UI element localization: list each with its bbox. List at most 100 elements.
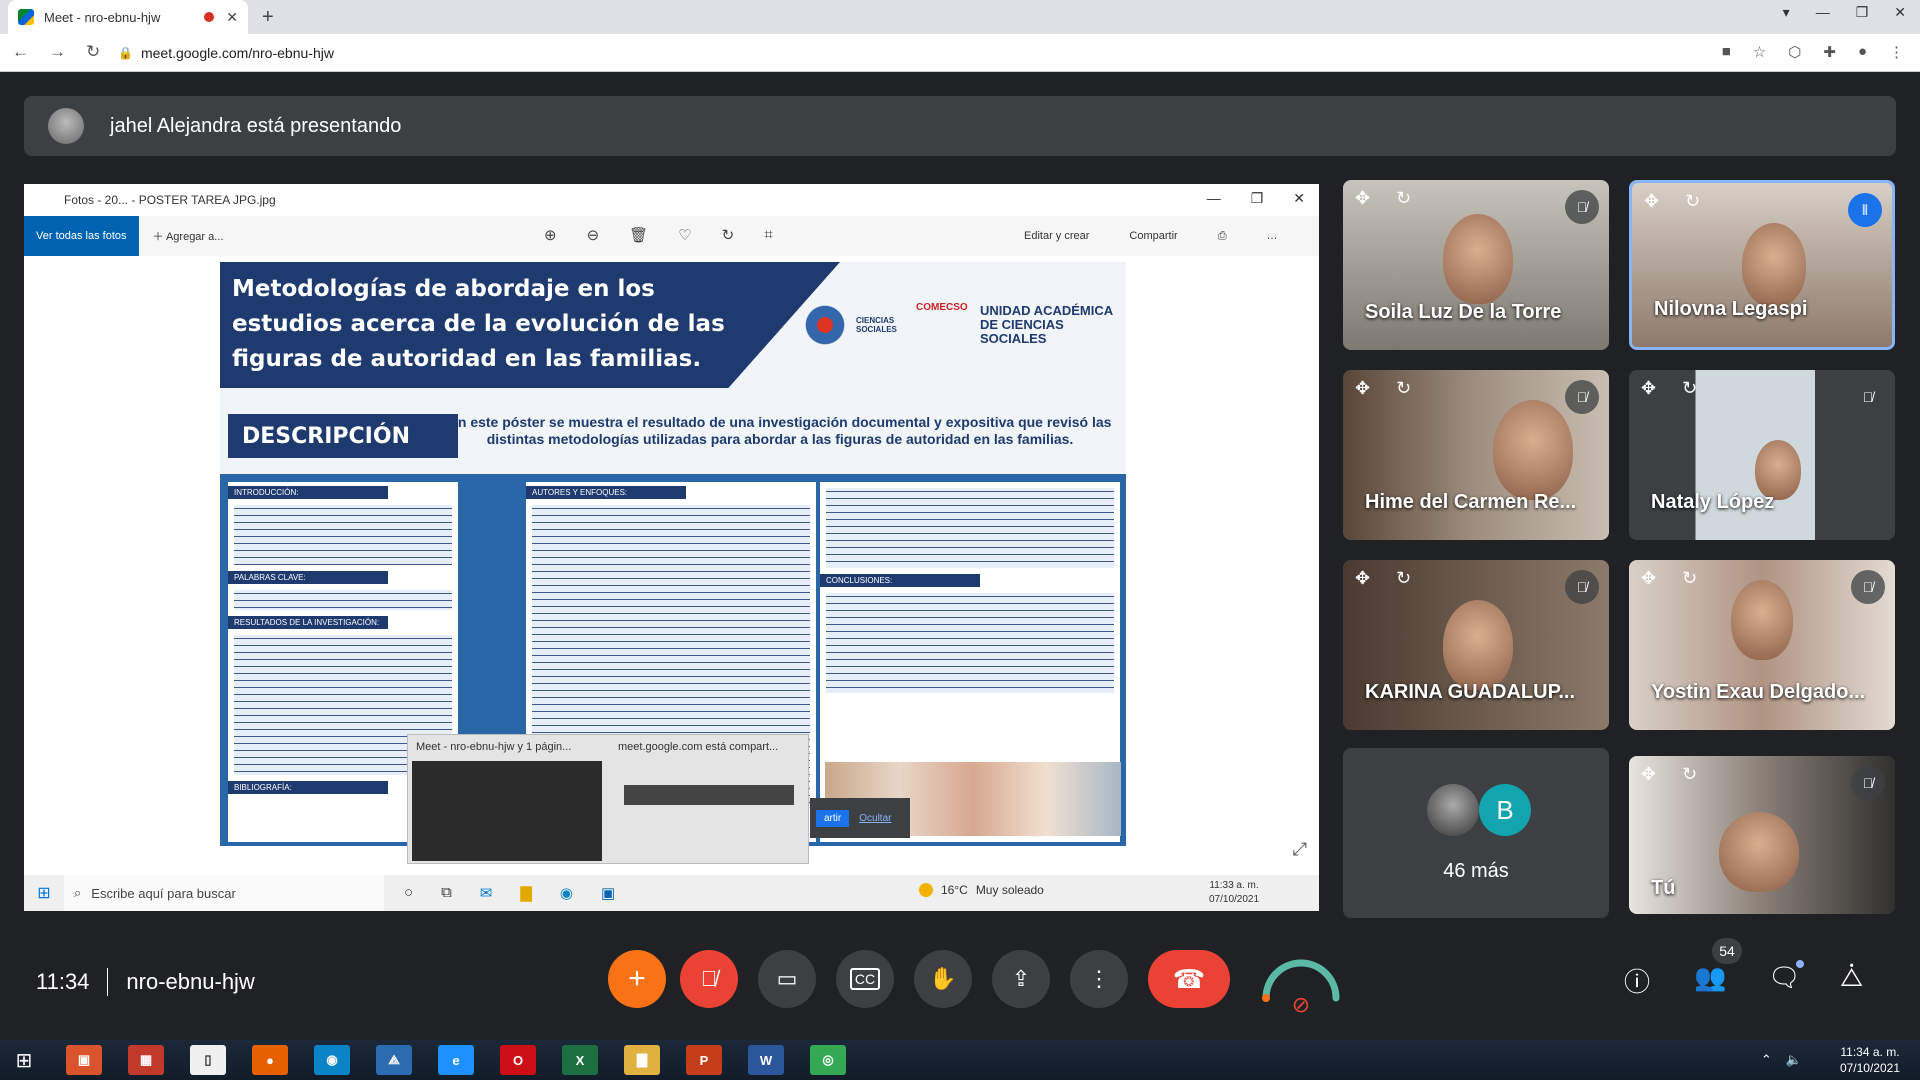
windows-search-box[interactable]: ⌕ Escribe aquí para buscar: [64, 875, 384, 911]
profile-avatar-icon[interactable]: ●: [1858, 43, 1867, 61]
windows-start-icon[interactable]: ⊞: [24, 883, 64, 903]
restore-icon[interactable]: ❐: [1856, 4, 1869, 21]
add-to-button[interactable]: ＋ Agregar a...: [153, 228, 224, 244]
pin-icon[interactable]: ✥: [1641, 764, 1656, 785]
maximize-icon[interactable]: ❐: [1251, 190, 1264, 207]
edge-icon[interactable]: ◉: [314, 1045, 350, 1075]
connection-gauge-icon[interactable]: ⊘: [1258, 946, 1344, 1016]
share-button[interactable]: Compartir: [1129, 230, 1177, 243]
zoom-out-icon[interactable]: ⊖: [587, 226, 600, 244]
pin-icon[interactable]: ✥: [1355, 188, 1370, 209]
rotate-icon[interactable]: ↻: [722, 226, 735, 244]
participant-tile-1[interactable]: ✥ ↻ 🎙̸ Soila Luz De la Torre: [1343, 180, 1609, 350]
volume-icon[interactable]: 🔈: [1786, 1052, 1802, 1068]
self-tile[interactable]: ✥ ↻ 🎙̸ Tú: [1629, 756, 1895, 914]
file-explorer-icon[interactable]: ▇: [520, 884, 532, 902]
refresh-icon[interactable]: ↻: [1396, 188, 1411, 209]
refresh-icon[interactable]: ↻: [1682, 764, 1697, 785]
slides-app-icon[interactable]: ▣: [66, 1045, 102, 1075]
more-options-icon[interactable]: …: [1267, 230, 1278, 243]
task-view-icon[interactable]: ⧉: [441, 884, 452, 902]
more-participants-tile[interactable]: B 46 más: [1343, 748, 1609, 918]
present-screen-button[interactable]: ⇪: [992, 950, 1050, 1008]
popup-thumbnail-meet[interactable]: [412, 761, 602, 861]
menu-kebab-icon[interactable]: ⋮: [1889, 43, 1904, 61]
participant-tile-4[interactable]: ✥ ↻ 🎙̸ Nataly López: [1629, 370, 1895, 540]
document-icon[interactable]: ▯: [190, 1045, 226, 1075]
expand-icon[interactable]: ⤢: [1293, 839, 1307, 860]
refresh-icon[interactable]: ↻: [1682, 378, 1697, 399]
pin-icon[interactable]: ✥: [1355, 378, 1370, 399]
popup-item-sharing[interactable]: meet.google.com está compart...: [618, 741, 778, 753]
weather-widget[interactable]: 16°C Muy soleado: [919, 883, 1044, 897]
minimize-icon[interactable]: —: [1207, 190, 1221, 207]
more-options-button[interactable]: ⋮: [1070, 950, 1128, 1008]
popup-item-meet[interactable]: Meet - nro-ebnu-hjw y 1 págin...: [416, 741, 571, 753]
camera-icon[interactable]: ■: [1722, 43, 1731, 61]
file-explorer-icon[interactable]: ▇: [624, 1045, 660, 1075]
pin-icon[interactable]: ✥: [1641, 378, 1656, 399]
cortana-icon[interactable]: ○: [404, 884, 413, 902]
favorite-heart-icon[interactable]: ♡: [678, 226, 691, 244]
minimize-icon[interactable]: —: [1816, 4, 1830, 21]
close-icon[interactable]: ✕: [1293, 190, 1305, 207]
opera-icon[interactable]: O: [500, 1045, 536, 1075]
edit-create-button[interactable]: Editar y crear: [1024, 230, 1089, 243]
browser-tab[interactable]: Meet - nro-ebnu-hjw ✕: [8, 0, 248, 34]
activities-icon[interactable]: ⧊: [1840, 962, 1863, 994]
participant-tile-3[interactable]: ✥ ↻ 🎙̸ Hime del Carmen Re...: [1343, 370, 1609, 540]
share-prompt-button[interactable]: artir: [816, 809, 850, 827]
refresh-icon[interactable]: ↻: [1396, 568, 1411, 589]
delete-icon[interactable]: 🗑: [629, 226, 648, 244]
bookmark-star-icon[interactable]: ☆: [1753, 43, 1766, 61]
photos-app-icon[interactable]: ▣: [601, 884, 615, 902]
people-icon[interactable]: 👥: [1694, 962, 1726, 993]
print-icon[interactable]: ⎙: [1218, 230, 1227, 243]
close-window-icon[interactable]: ✕: [1894, 4, 1906, 21]
raise-hand-button[interactable]: ✋: [914, 950, 972, 1008]
puzzle-extension-icon[interactable]: ✚: [1823, 43, 1836, 61]
mail-icon[interactable]: ✉: [480, 884, 493, 902]
refresh-icon[interactable]: ↻: [1396, 378, 1411, 399]
close-tab-icon[interactable]: ✕: [226, 9, 238, 26]
excel-icon[interactable]: X: [562, 1045, 598, 1075]
pin-icon[interactable]: ✥: [1355, 568, 1370, 589]
word-icon[interactable]: W: [748, 1045, 784, 1075]
firefox-icon[interactable]: ●: [252, 1045, 288, 1075]
refresh-icon[interactable]: ↻: [1682, 568, 1697, 589]
see-all-photos-button[interactable]: Ver todas las fotos: [24, 216, 139, 256]
hide-prompt-button[interactable]: Ocultar: [859, 813, 891, 824]
chrome-icon[interactable]: ◎: [810, 1045, 846, 1075]
profile-menu-icon[interactable]: ▾: [1783, 4, 1790, 21]
address-bar[interactable]: 🔒 meet.google.com/nro-ebnu-hjw: [108, 39, 1708, 67]
inner-taskbar-clock[interactable]: 11:33 a. m. 07/10/2021: [1209, 879, 1259, 907]
crop-icon[interactable]: ⌗: [764, 226, 772, 244]
participant-tile-2[interactable]: ✥ ↻ ⦀ Nilovna Legaspi: [1629, 180, 1895, 350]
mic-toggle-button[interactable]: 🎙̸: [680, 950, 738, 1008]
refresh-icon[interactable]: ↻: [1685, 191, 1700, 212]
back-icon[interactable]: ←: [12, 42, 29, 62]
leave-call-button[interactable]: ☎: [1148, 950, 1230, 1008]
edge-icon[interactable]: ◉: [560, 884, 573, 902]
captions-button[interactable]: CC: [836, 950, 894, 1008]
pin-icon[interactable]: ✥: [1644, 191, 1659, 212]
windows-start-icon[interactable]: ⊞: [0, 1048, 48, 1073]
internet-explorer-icon[interactable]: e: [438, 1045, 474, 1075]
new-tab-button[interactable]: +: [262, 6, 274, 29]
participant-tile-5[interactable]: ✥ ↻ 🎙̸ KARINA GUADALUP...: [1343, 560, 1609, 730]
popup-thumbnail-sharing[interactable]: [624, 785, 794, 805]
sketch-app-icon[interactable]: ⟁: [376, 1045, 412, 1075]
participant-tile-6[interactable]: ✥ ↻ 🎙̸ Yostin Exau Delgado...: [1629, 560, 1895, 730]
lock-icon[interactable]: 🔒: [118, 46, 133, 60]
pin-icon[interactable]: ✥: [1641, 568, 1656, 589]
reload-icon[interactable]: ↻: [86, 42, 100, 62]
host-clock[interactable]: 11:34 a. m. 07/10/2021: [1840, 1044, 1900, 1076]
grid-app-icon[interactable]: ▦: [128, 1045, 164, 1075]
cube-extension-icon[interactable]: ⬡: [1788, 43, 1801, 61]
powerpoint-icon[interactable]: P: [686, 1045, 722, 1075]
forward-icon[interactable]: →: [49, 42, 66, 62]
meeting-details-icon[interactable]: ⓘ: [1624, 962, 1650, 999]
camera-toggle-button[interactable]: ▭: [758, 950, 816, 1008]
zoom-in-icon[interactable]: ⊕: [544, 226, 557, 244]
activities-plus-button[interactable]: +: [608, 950, 666, 1008]
